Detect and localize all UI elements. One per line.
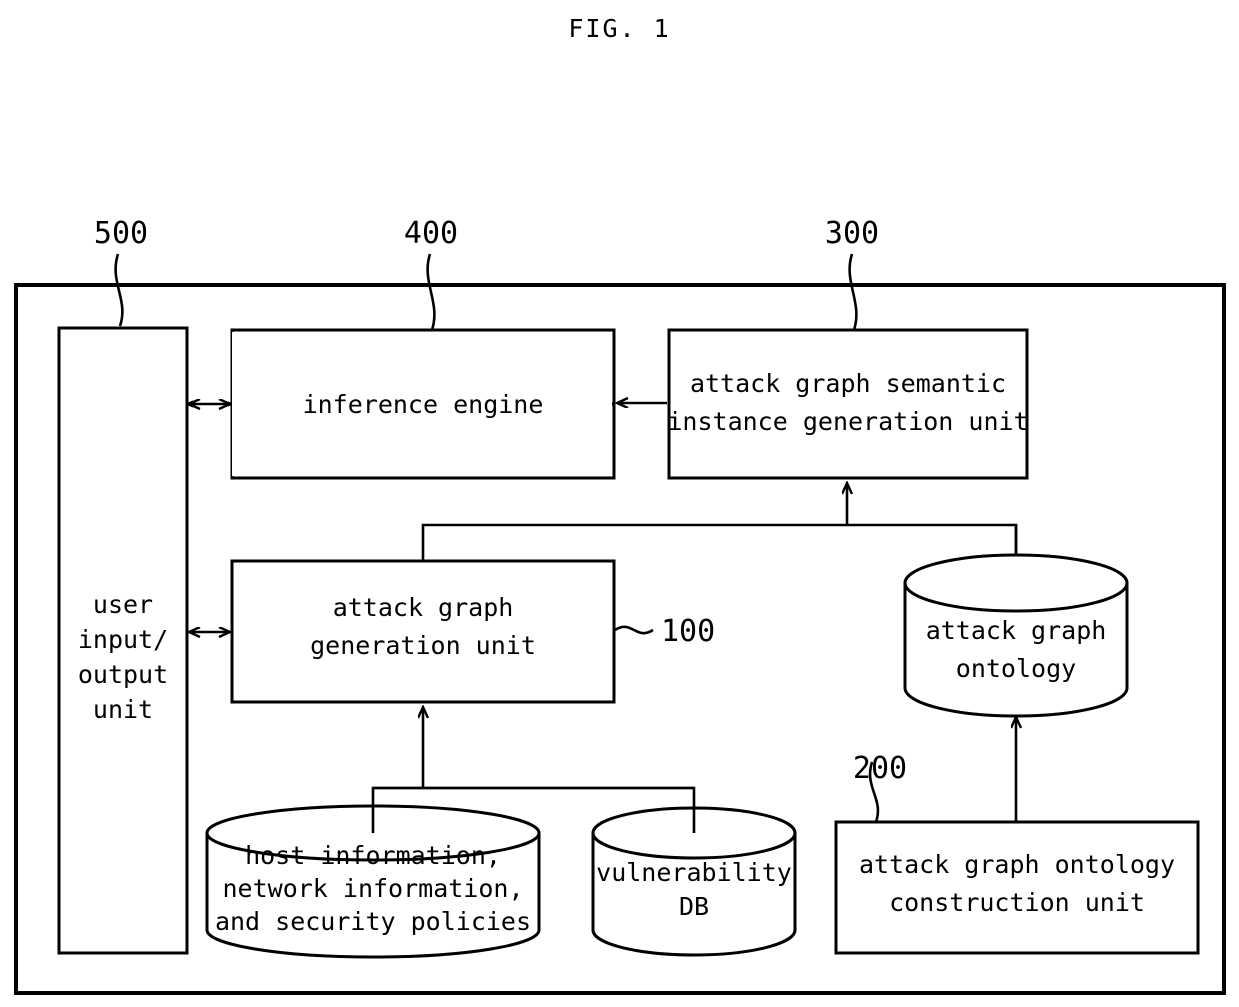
- ref-num-100: 100: [661, 614, 715, 649]
- leader-line-500: [114, 253, 124, 327]
- ref-num-400: 400: [404, 216, 458, 251]
- block-semantic-instance-label-2: instance generation unit: [667, 407, 1028, 436]
- patent-figure-diagram: 500 400 300 200 100 user input/ output u…: [14, 216, 1226, 995]
- block-user-io-label-4: unit: [93, 695, 153, 724]
- datastore-ontology-label-1: attack graph: [926, 616, 1107, 645]
- leader-line-100: [614, 625, 654, 635]
- block-semantic-instance-generation-unit[interactable]: [667, 328, 1029, 480]
- datastore-vulnerability-label-2: DB: [679, 892, 709, 921]
- leader-line-300: [848, 253, 858, 331]
- ref-num-300: 300: [825, 216, 879, 251]
- datastore-ontology-label-2: ontology: [956, 654, 1076, 683]
- bus-to-semantic-instance: [421, 523, 1018, 561]
- datastore-host-label-3: and security policies: [215, 907, 531, 936]
- datastore-vulnerability-label-1: vulnerability: [596, 858, 792, 887]
- block-ontology-construction-label-2: construction unit: [889, 888, 1145, 917]
- block-user-io-label-1: user: [93, 590, 153, 619]
- block-semantic-instance-label-1: attack graph semantic: [690, 369, 1006, 398]
- block-generation-unit-label-1: attack graph: [333, 593, 514, 622]
- datastore-host-label-2: network information,: [222, 874, 523, 903]
- block-user-io-label-2: input/: [78, 625, 168, 654]
- ref-num-500: 500: [94, 216, 148, 251]
- block-inference-engine-label-redraw: inference engine: [303, 390, 544, 419]
- block-ontology-construction-label-1: attack graph ontology: [859, 850, 1175, 879]
- block-user-io-label-3: output: [78, 660, 168, 689]
- datastore-host-label-1: host information,: [245, 841, 501, 870]
- leader-line-400: [426, 253, 436, 331]
- block-generation-unit-label-2: generation unit: [310, 631, 536, 660]
- ref-num-200: 200: [853, 751, 907, 786]
